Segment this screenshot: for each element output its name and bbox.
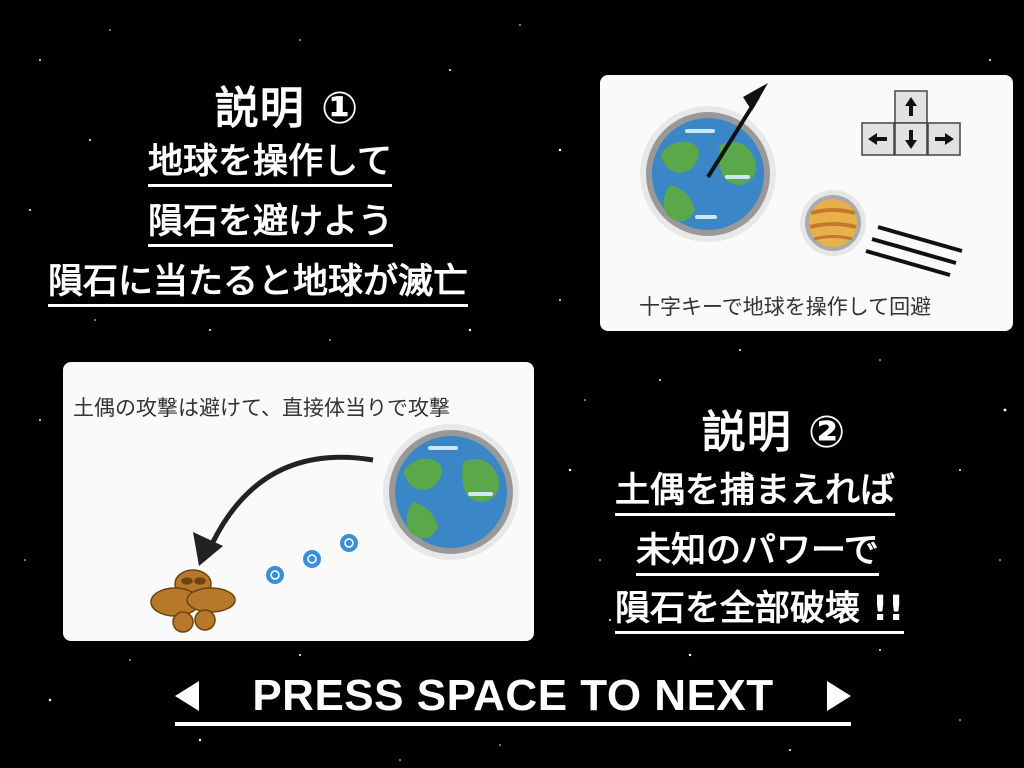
dogu-icon	[150, 569, 236, 633]
section1-line-2: 隕石を避けよう	[148, 202, 394, 247]
panel1-caption: 十字キーで地球を操作して回避	[639, 295, 932, 319]
section1-line-3: 隕石に当たると地球が滅亡	[48, 262, 469, 307]
section1-line-1: 地球を操作して	[148, 142, 392, 187]
earth-icon	[383, 424, 519, 560]
panel-controls-illustration: 十字キーで地球を操作して回避	[600, 75, 1013, 331]
section2-line-2: 未知のパワーで	[636, 531, 879, 576]
meteor-icon	[800, 190, 963, 277]
arrow-key-icon	[861, 90, 961, 156]
section2-title: 説明 ②	[701, 407, 847, 458]
triangle-left-icon	[175, 681, 199, 711]
section2-line-3: 隕石を全部破壊 !!	[615, 589, 905, 634]
press-space-prompt[interactable]: PRESS SPACE TO NEXT	[175, 670, 851, 726]
panel-attack-illustration: 土偶の攻撃は避けて、直接体当りで攻撃	[63, 362, 534, 641]
section1-title: 説明 ①	[214, 83, 360, 134]
press-space-label: PRESS SPACE TO NEXT	[252, 671, 774, 720]
section2-line-1: 土偶を捕まえれば	[615, 471, 896, 516]
attack-illustration	[150, 424, 519, 633]
energy-orb-icon	[266, 534, 358, 584]
triangle-right-icon	[826, 681, 851, 711]
